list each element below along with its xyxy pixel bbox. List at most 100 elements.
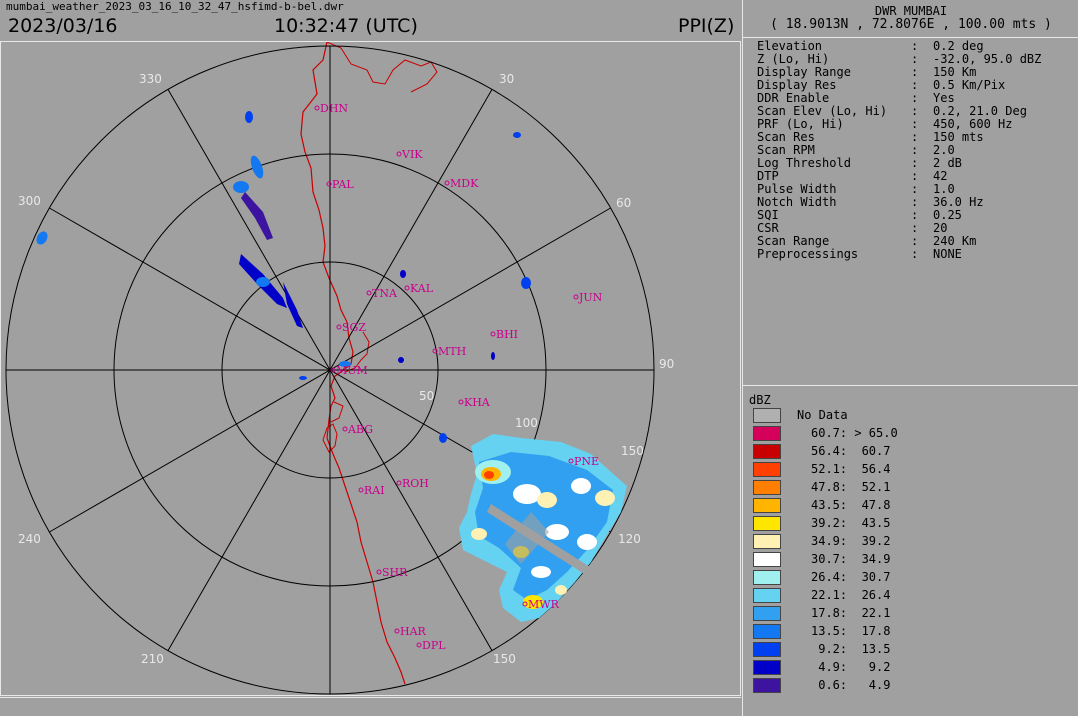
echo-cell bbox=[521, 277, 531, 289]
radar-ppi-display[interactable]: 30 60 90 120 150 210 240 300 330 50 100 150 DHN VIK… bbox=[1, 42, 742, 697]
city-marker: MDK bbox=[444, 177, 479, 190]
storm-core bbox=[513, 484, 541, 504]
legend-entry: 43.5: 47.8 bbox=[753, 497, 1073, 515]
legend-entry: 26.4: 30.7 bbox=[753, 569, 1073, 587]
azimuth-label: 210 bbox=[141, 652, 164, 666]
legend-entry: 34.9: 39.2 bbox=[753, 533, 1073, 551]
scan-parameters: Elevation:0.2 deg Z (Lo, Hi): -32.0, 95.0 … bbox=[743, 38, 1078, 386]
legend-swatch bbox=[753, 534, 781, 549]
city-dot bbox=[396, 480, 402, 486]
azimuth-label: 60 bbox=[616, 196, 631, 210]
info-label: Preprocessings bbox=[757, 247, 859, 261]
city-marker: JUN bbox=[573, 291, 603, 304]
city-dot bbox=[376, 569, 382, 575]
range-label: 50 bbox=[419, 389, 434, 403]
storm-core bbox=[571, 478, 591, 494]
city-marker: VIK bbox=[396, 148, 423, 161]
echo-cell bbox=[400, 270, 406, 278]
legend-swatch bbox=[753, 570, 781, 585]
city-marker: MWR bbox=[522, 598, 560, 611]
legend-swatch bbox=[753, 480, 781, 495]
info-label: Notch Width bbox=[757, 195, 837, 209]
city-label: JUN bbox=[578, 291, 603, 304]
legend-range-label: 22.1: 26.4 bbox=[811, 588, 891, 602]
legend-entry: 22.1: 26.4 bbox=[753, 587, 1073, 605]
city-label: RAI bbox=[364, 484, 385, 497]
legend-swatch bbox=[753, 660, 781, 675]
legend-range-label: 9.2: 13.5 bbox=[811, 642, 891, 656]
city-marker: MUM bbox=[330, 364, 368, 377]
legend-range-label: 39.2: 43.5 bbox=[811, 516, 891, 530]
legend-entry: 0.6: 4.9 bbox=[753, 677, 1073, 695]
storm-core bbox=[471, 528, 487, 540]
storm-core bbox=[555, 585, 567, 595]
legend-swatch bbox=[753, 498, 781, 513]
city-dot bbox=[396, 151, 402, 157]
legend-no-data-label: No Data bbox=[797, 408, 848, 422]
legend-range-label: 26.4: 30.7 bbox=[811, 570, 891, 584]
city-label: ABG bbox=[347, 423, 373, 436]
radar-ppi-panel[interactable]: 30 60 90 120 150 210 240 300 330 50 100 150 DHN VIK… bbox=[0, 41, 741, 696]
legend-swatch bbox=[753, 642, 781, 657]
legend-no-data: No Data bbox=[753, 407, 1073, 425]
city-dot bbox=[490, 331, 496, 337]
legend-entry: 56.4: 60.7 bbox=[753, 443, 1073, 461]
legend-range-label: 56.4: 60.7 bbox=[811, 444, 891, 458]
legend-swatch bbox=[753, 444, 781, 459]
city-label: DHN bbox=[320, 102, 348, 115]
city-label: VIK bbox=[401, 148, 423, 161]
info-label: Log Threshold bbox=[757, 156, 851, 170]
info-sidebar: DWR MUMBAI ( 18.9013N , 72.8076E , 100.0… bbox=[742, 0, 1078, 716]
legend-swatch bbox=[753, 624, 781, 639]
city-marker: PNE bbox=[568, 455, 599, 468]
city-marker: KAL bbox=[404, 282, 434, 295]
city-dot bbox=[416, 642, 422, 648]
storm-core bbox=[484, 471, 494, 479]
echo-cell bbox=[491, 352, 495, 360]
dbz-legend: dBZ No Data 60.7: > 65.0 56.4: 60.7 52.1: … bbox=[743, 387, 1078, 716]
storm-core bbox=[595, 490, 615, 506]
city-marker: SHR bbox=[376, 566, 408, 579]
legend-range-label: 43.5: 47.8 bbox=[811, 498, 891, 512]
info-separator: : bbox=[911, 247, 919, 261]
legend-entry: 30.7: 34.9 bbox=[753, 551, 1073, 569]
city-label: BHI bbox=[496, 328, 518, 341]
echo-cell bbox=[233, 181, 249, 193]
status-bar bbox=[0, 697, 741, 716]
echo-cell bbox=[513, 132, 521, 138]
azimuth-label: 30 bbox=[499, 72, 514, 86]
legend-range-label: 52.1: 56.4 bbox=[811, 462, 891, 476]
city-dot bbox=[366, 290, 372, 296]
legend-entry: 13.5: 17.8 bbox=[753, 623, 1073, 641]
city-dot bbox=[358, 487, 364, 493]
scan-date: 2023/03/16 bbox=[8, 15, 118, 37]
city-dot bbox=[342, 426, 348, 432]
echo-cell bbox=[299, 376, 307, 380]
station-header: DWR MUMBAI ( 18.9013N , 72.8076E , 100.0… bbox=[743, 0, 1078, 38]
city-label: MUM bbox=[336, 364, 368, 377]
info-value: NONE bbox=[933, 247, 962, 261]
legend-entry: 17.8: 22.1 bbox=[753, 605, 1073, 623]
azimuth-label: 90 bbox=[659, 357, 674, 371]
city-marker: PAL bbox=[326, 178, 354, 191]
legend-range-label: 17.8: 22.1 bbox=[811, 606, 891, 620]
legend-range-label: 60.7: > 65.0 bbox=[811, 426, 898, 440]
echo-band bbox=[241, 192, 273, 240]
echo-cell bbox=[256, 277, 270, 287]
city-label: SGZ bbox=[342, 321, 366, 334]
city-marker: RAI bbox=[358, 484, 385, 497]
city-label: KAL bbox=[410, 282, 434, 295]
storm-core bbox=[537, 492, 557, 508]
city-dot bbox=[314, 105, 320, 111]
range-label: 150 bbox=[621, 444, 644, 458]
echo-cell bbox=[398, 357, 404, 363]
azimuth-label: 300 bbox=[18, 194, 41, 208]
legend-entry: 9.2: 13.5 bbox=[753, 641, 1073, 659]
echo-cell bbox=[250, 155, 264, 179]
city-marker: TNA bbox=[366, 287, 398, 300]
legend-entry: 60.7: > 65.0 bbox=[753, 425, 1073, 443]
coastline bbox=[300, 42, 406, 685]
station-coords: ( 18.9013N , 72.8076E , 100.00 mts ) bbox=[770, 17, 1052, 32]
azimuth-label: 150 bbox=[493, 652, 516, 666]
echo-cell bbox=[245, 111, 253, 123]
